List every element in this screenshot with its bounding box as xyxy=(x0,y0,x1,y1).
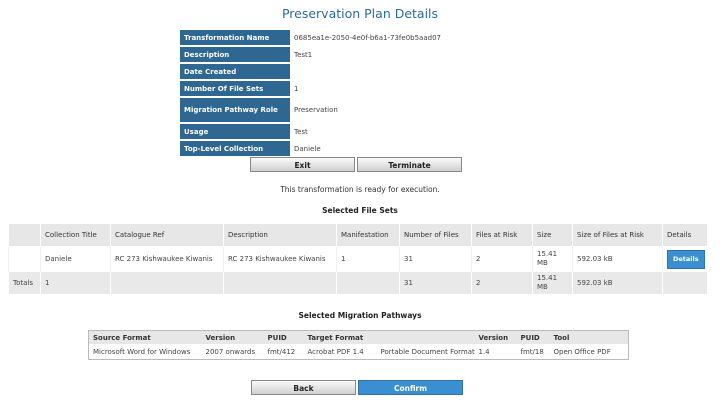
size-cell: 15.41 MB xyxy=(532,246,573,272)
detail-row-description: Description Test1 xyxy=(180,46,518,64)
detail-value: Daniele xyxy=(294,144,321,153)
column-header: PUID xyxy=(263,330,304,344)
column-header xyxy=(376,330,475,344)
size-at-risk-cell: 592.03 kB xyxy=(572,246,663,272)
column-header: PUID xyxy=(516,330,550,344)
detail-row-usage: Usage Test xyxy=(180,123,518,141)
file-sets-header-row: Collection Title Catalogue Ref Descripti… xyxy=(8,224,707,246)
column-header: Size of Files at Risk xyxy=(572,224,663,246)
column-header: Tool xyxy=(549,330,629,344)
detail-label: Number Of File Sets xyxy=(180,80,290,98)
detail-row-number-of-file-sets: Number Of File Sets 1 xyxy=(180,80,518,98)
files-at-risk-cell: 2 xyxy=(471,246,533,272)
detail-label: Usage xyxy=(180,123,290,141)
file-sets-title: Selected File Sets xyxy=(322,206,398,215)
totals-number-of-files: 31 xyxy=(399,272,472,294)
column-header: Version xyxy=(474,330,517,344)
file-sets-table: Collection Title Catalogue Ref Descripti… xyxy=(8,224,707,294)
totals-size: 15.41 MB xyxy=(532,272,573,294)
totals-label: Totals xyxy=(8,272,41,294)
detail-value: Preservation xyxy=(294,106,338,114)
column-header: Target Format xyxy=(303,330,377,344)
status-message: This transformation is ready for executi… xyxy=(280,185,440,194)
detail-value: Test xyxy=(294,127,308,136)
column-header: Collection Title xyxy=(40,224,111,246)
totals-size-at-risk: 592.03 kB xyxy=(572,272,663,294)
column-header: Source Format xyxy=(88,330,202,344)
empty-cell xyxy=(662,272,707,294)
migration-pathways-title: Selected Migration Pathways xyxy=(298,311,422,320)
detail-label: Description xyxy=(180,46,290,64)
empty-cell xyxy=(336,272,400,294)
page-title: Preservation Plan Details xyxy=(281,6,439,21)
column-header: Files at Risk xyxy=(471,224,533,246)
confirm-button[interactable]: Confirm xyxy=(358,380,463,395)
target-puid-cell: fmt/18 xyxy=(520,347,544,356)
totals-files-at-risk: 2 xyxy=(471,272,533,294)
table-row: Daniele RC 273 Kishwaukee Kiwanis RC 273… xyxy=(8,246,707,272)
collection-cell: Daniele xyxy=(40,246,111,272)
column-header: Number of Files xyxy=(399,224,472,246)
detail-label: Transformation Name xyxy=(180,30,290,47)
pathways-header-row: Source Format Version PUID Target Format… xyxy=(88,330,629,344)
target-version-cell: 1.4 xyxy=(478,347,490,356)
detail-row-transformation-name: Transformation Name 0685ea1e-2050-4e0f-b… xyxy=(180,30,518,47)
description-cell: RC 273 Kishwaukee Kiwanis xyxy=(223,246,337,272)
column-header: Description xyxy=(223,224,337,246)
column-header: Catalogue Ref xyxy=(110,224,224,246)
details-button[interactable]: Details xyxy=(667,249,705,269)
number-of-files-cell: 31 xyxy=(399,246,472,272)
empty-cell xyxy=(223,272,337,294)
target-format-cell: Acrobat PDF 1.4 xyxy=(307,347,364,356)
source-version-cell: 2007 onwards xyxy=(205,347,256,356)
empty-cell xyxy=(110,272,224,294)
table-row: Microsoft Word for Windows 2007 onwards … xyxy=(89,344,629,360)
back-button[interactable]: Back xyxy=(251,380,356,395)
detail-value: 1 xyxy=(294,84,299,93)
detail-value: Test1 xyxy=(294,50,313,59)
totals-collection: 1 xyxy=(40,272,111,294)
empty-cell xyxy=(8,246,41,272)
detail-row-migration-pathway-role: Migration Pathway Role Preservation xyxy=(180,97,518,124)
detail-label: Migration Pathway Role xyxy=(180,97,290,124)
detail-value xyxy=(290,63,518,80)
manifestation-cell: 1 xyxy=(336,246,400,272)
column-header: Manifestation xyxy=(336,224,400,246)
detail-label: Top-Level Collection xyxy=(180,140,290,158)
column-header: Size xyxy=(532,224,573,246)
totals-row: Totals 1 31 2 15.41 MB 592.03 kB xyxy=(8,272,707,294)
exit-button[interactable]: Exit xyxy=(250,157,355,172)
catalogue-ref-cell: RC 273 Kishwaukee Kiwanis xyxy=(110,246,224,272)
detail-row-top-level-collection: Top-Level Collection Daniele xyxy=(180,140,518,158)
tool-cell: Open Office PDF xyxy=(553,347,611,356)
detail-row-date-created: Date Created xyxy=(180,63,518,81)
target-format-description-cell: Portable Document Format xyxy=(380,347,475,356)
detail-label: Date Created xyxy=(180,63,290,81)
column-header xyxy=(8,224,41,246)
migration-pathways-table: Source Format Version PUID Target Format… xyxy=(88,330,629,360)
column-header: Details xyxy=(662,224,707,246)
terminate-button[interactable]: Terminate xyxy=(357,157,462,172)
column-header: Version xyxy=(201,330,264,344)
source-puid-cell: fmt/412 xyxy=(267,347,296,356)
detail-value: 0685ea1e-2050-4e0f-b6a1-73fe0b5aad07 xyxy=(294,34,441,42)
details-cell: Details xyxy=(662,246,707,272)
source-format-cell: Microsoft Word for Windows xyxy=(93,347,191,356)
plan-details-table: Transformation Name 0685ea1e-2050-4e0f-b… xyxy=(180,30,518,158)
